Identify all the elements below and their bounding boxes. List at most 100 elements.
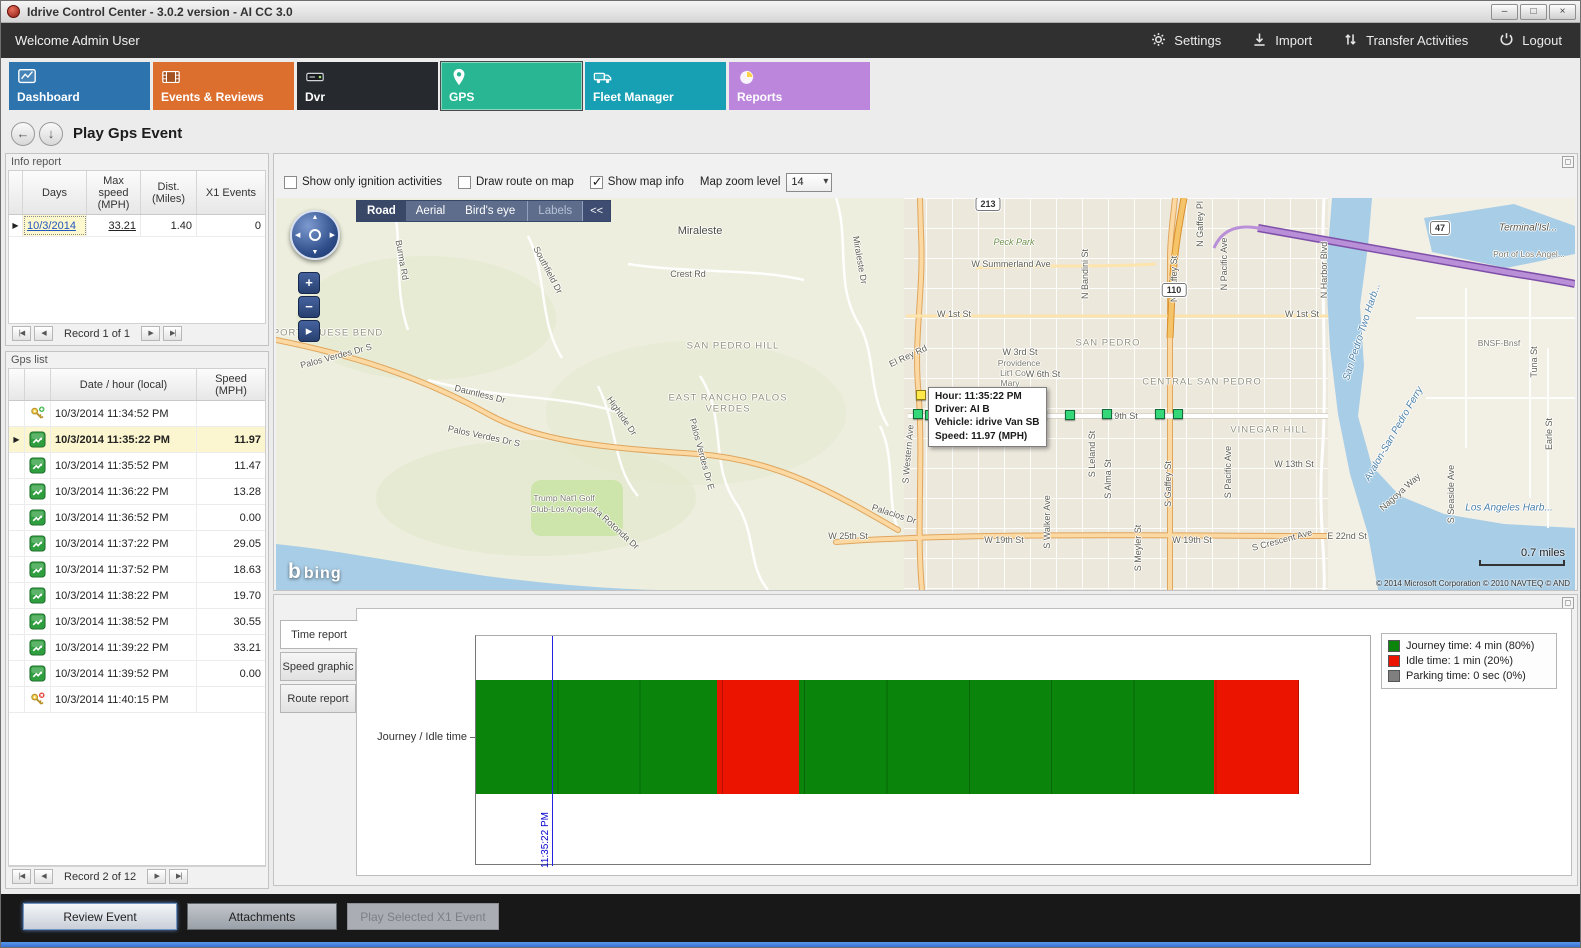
map-label: S Walker Ave bbox=[1042, 495, 1052, 549]
legend-swatch bbox=[1388, 655, 1400, 667]
map-zoom-in-button[interactable]: + bbox=[298, 272, 320, 294]
pager-first-button[interactable]: |◀ bbox=[12, 326, 31, 341]
map-label-layer: MiralesteCrest RdBurma RdSouthfield DrMi… bbox=[276, 198, 1575, 590]
gps-row[interactable]: 10/3/2014 11:40:15 PM bbox=[9, 687, 265, 713]
gears-icon bbox=[1150, 31, 1167, 51]
map-label: Tuna St bbox=[1529, 346, 1539, 377]
collapse-down-button[interactable]: ↓ bbox=[39, 122, 63, 146]
review-event-button[interactable]: Review Event bbox=[23, 903, 177, 930]
gps-row[interactable]: 10/3/2014 11:34:52 PM bbox=[9, 401, 265, 427]
gps-point-marker[interactable] bbox=[1155, 409, 1165, 419]
module-tile-reports[interactable]: Reports bbox=[729, 62, 870, 110]
import-button[interactable]: Import bbox=[1251, 31, 1312, 51]
column-header-days[interactable]: Days bbox=[23, 171, 87, 214]
gps-row[interactable]: 10/3/2014 11:39:22 PM33.21 bbox=[9, 635, 265, 661]
gps-point-marker[interactable] bbox=[1065, 410, 1075, 420]
gps-speed-cell: 33.21 bbox=[197, 635, 265, 660]
map-style-labels[interactable]: Labels bbox=[527, 201, 582, 221]
module-tile-dvr[interactable]: Dvr bbox=[297, 62, 438, 110]
gps-point-marker[interactable] bbox=[1102, 409, 1112, 419]
pager-last-button[interactable]: ▶| bbox=[163, 326, 182, 341]
map-style-bird-s-eye[interactable]: Bird's eye bbox=[455, 201, 525, 221]
attachments-button[interactable]: Attachments bbox=[187, 903, 337, 930]
pager-prev-button[interactable]: ◀ bbox=[34, 326, 53, 341]
module-tile-dashboard[interactable]: Dashboard bbox=[9, 62, 150, 110]
map-style-collapse-button[interactable]: << bbox=[582, 201, 610, 221]
time-report-panel: ◻ Time reportSpeed graphicRoute report J… bbox=[273, 594, 1578, 886]
module-tile-events-reviews[interactable]: Events & Reviews bbox=[153, 62, 294, 110]
max-speed-cell[interactable]: 33.21 bbox=[87, 215, 141, 236]
column-header-speed[interactable]: Speed (MPH) bbox=[197, 369, 265, 400]
map-style-road[interactable]: Road bbox=[357, 201, 406, 221]
close-button[interactable]: × bbox=[1549, 4, 1576, 20]
module-tile-fleet-manager[interactable]: Fleet Manager bbox=[585, 62, 726, 110]
event-start-marker[interactable] bbox=[916, 390, 926, 400]
dvr-icon bbox=[305, 67, 325, 87]
gps-row[interactable]: 10/3/2014 11:35:52 PM11.47 bbox=[9, 453, 265, 479]
pager-next-button[interactable]: ▶ bbox=[147, 869, 166, 884]
minimize-button[interactable]: – bbox=[1491, 4, 1518, 20]
tab-speed-graphic[interactable]: Speed graphic bbox=[280, 652, 356, 681]
map-zoom-select[interactable]: 14 bbox=[786, 173, 832, 192]
play-selected-x1-event-button[interactable]: Play Selected X1 Event bbox=[347, 903, 499, 930]
tab-route-report[interactable]: Route report bbox=[280, 684, 356, 713]
gps-point-marker[interactable] bbox=[1173, 409, 1183, 419]
checkbox-box bbox=[590, 176, 603, 189]
gps-speed-cell bbox=[197, 401, 265, 426]
gps-point-marker[interactable] bbox=[913, 409, 923, 419]
row-selector bbox=[9, 583, 25, 608]
pan-left-icon: ◀ bbox=[295, 231, 300, 239]
pager-prev-button[interactable]: ◀ bbox=[34, 869, 53, 884]
logout-button[interactable]: Logout bbox=[1498, 31, 1562, 51]
key-on-icon bbox=[25, 401, 51, 426]
row-selector bbox=[9, 531, 25, 556]
checkbox-show-map-info[interactable]: Show map info bbox=[590, 176, 684, 189]
logout-label: Logout bbox=[1522, 33, 1562, 48]
column-header-date[interactable]: Date / hour (local) bbox=[51, 369, 197, 400]
column-header-max-speed[interactable]: Max speed (MPH) bbox=[87, 171, 141, 214]
module-tile-gps[interactable]: GPS bbox=[441, 62, 582, 110]
settings-button[interactable]: Settings bbox=[1150, 31, 1221, 51]
map-style-aerial[interactable]: Aerial bbox=[406, 201, 455, 221]
pager-first-button[interactable]: |◀ bbox=[12, 869, 31, 884]
maximize-button[interactable]: □ bbox=[1520, 4, 1547, 20]
checkbox-draw-route-on-map[interactable]: Draw route on map bbox=[458, 176, 574, 189]
map-pan-control[interactable]: ▲ ▼ ◀ ▶ bbox=[290, 210, 340, 260]
info-row[interactable]: ▶ 10/3/2014 33.21 1.40 0 bbox=[9, 215, 265, 237]
collapse-panel-button[interactable]: ◻ bbox=[1562, 156, 1574, 168]
map-zoom-out-button[interactable]: − bbox=[298, 296, 320, 318]
gps-row[interactable]: 10/3/2014 11:36:52 PM0.00 bbox=[9, 505, 265, 531]
gps-row[interactable]: 10/3/2014 11:36:22 PM13.28 bbox=[9, 479, 265, 505]
checkbox-label: Show only ignition activities bbox=[302, 176, 442, 188]
settings-label: Settings bbox=[1174, 33, 1221, 48]
chart-legend: Journey time: 4 min (80%)Idle time: 1 mi… bbox=[1381, 633, 1557, 689]
days-cell[interactable]: 10/3/2014 bbox=[23, 215, 87, 236]
bar-segment-idle bbox=[1214, 680, 1299, 794]
map-view[interactable]: MiralesteCrest RdBurma RdSouthfield DrMi… bbox=[276, 198, 1575, 590]
checkbox-show-only-ignition-activities[interactable]: Show only ignition activities bbox=[284, 176, 442, 189]
pager-last-button[interactable]: ▶| bbox=[169, 869, 188, 884]
gps-row[interactable]: 10/3/2014 11:37:22 PM29.05 bbox=[9, 531, 265, 557]
gps-icon bbox=[25, 661, 51, 686]
gps-row[interactable]: 10/3/2014 11:38:22 PM19.70 bbox=[9, 583, 265, 609]
map-label: S Meyler St bbox=[1133, 525, 1143, 572]
gps-date-cell: 10/3/2014 11:40:15 PM bbox=[51, 687, 197, 712]
transfer-activities-button[interactable]: Transfer Activities bbox=[1342, 31, 1468, 51]
map-label: VINEGAR HILL bbox=[1230, 425, 1307, 436]
pager-next-button[interactable]: ▶ bbox=[141, 326, 160, 341]
map-label: W 1st St bbox=[937, 309, 971, 319]
gps-row[interactable]: 10/3/2014 11:37:52 PM18.63 bbox=[9, 557, 265, 583]
map-label: Palos Verdes Dr S bbox=[447, 423, 521, 448]
map-expand-button[interactable]: ▸ bbox=[298, 320, 320, 342]
column-header-x1-events[interactable]: X1 Events bbox=[197, 171, 265, 214]
gps-row[interactable]: ▶10/3/2014 11:35:22 PM11.97 bbox=[9, 427, 265, 453]
gps-speed-cell: 18.63 bbox=[197, 557, 265, 582]
back-button[interactable]: ← bbox=[11, 122, 35, 146]
tab-time-report[interactable]: Time report bbox=[280, 620, 358, 649]
gps-row[interactable]: 10/3/2014 11:38:52 PM30.55 bbox=[9, 609, 265, 635]
gps-row[interactable]: 10/3/2014 11:39:52 PM0.00 bbox=[9, 661, 265, 687]
legend-label: Idle time: 1 min (20%) bbox=[1406, 655, 1513, 667]
column-header-dist[interactable]: Dist. (Miles) bbox=[141, 171, 197, 214]
panel-title: Info report bbox=[11, 156, 61, 168]
gps-date-cell: 10/3/2014 11:37:22 PM bbox=[51, 531, 197, 556]
